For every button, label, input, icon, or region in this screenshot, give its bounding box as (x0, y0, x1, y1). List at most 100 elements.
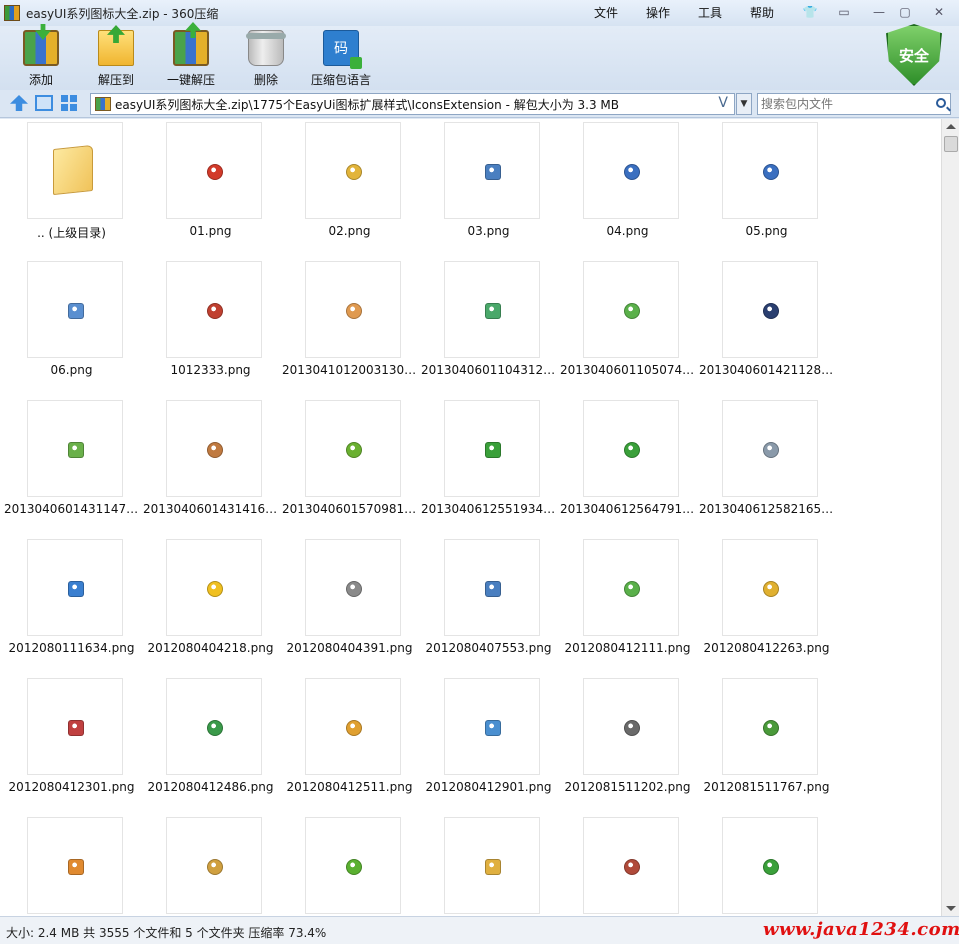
large-icons-view-icon[interactable] (35, 95, 53, 111)
file-thumbnail (444, 261, 540, 358)
file-item[interactable]: 2012080407553.png (421, 539, 556, 667)
toolbar: 添加 解压到 一键解压 删除 码 压缩包语言 (0, 26, 959, 90)
file-item[interactable]: 20130406015709810... (282, 400, 417, 528)
file-name: 04.png (606, 224, 649, 238)
file-item[interactable]: 03.png (421, 122, 556, 250)
undo-icon (68, 720, 84, 736)
file-thumbnail (444, 539, 540, 636)
menu-tools[interactable]: 工具 (698, 4, 750, 21)
file-thumbnail (444, 678, 540, 775)
list-icon (68, 303, 84, 319)
file-thumbnail (166, 400, 262, 497)
file-thumbnail (305, 678, 401, 775)
extract-to-button[interactable]: 解压到 (80, 30, 152, 88)
lock-key-icon (763, 581, 779, 597)
file-item[interactable]: 20130406125519344... (421, 400, 556, 528)
parent-folder-item[interactable]: .. (上级目录) (4, 122, 139, 250)
file-item[interactable]: 20130406125821654... (699, 400, 834, 528)
file-item[interactable]: 20130406125647919... (560, 400, 695, 528)
add-button[interactable]: 添加 (5, 30, 77, 88)
maximize-button[interactable]: ▢ (893, 3, 917, 21)
fit-frame-icon (624, 164, 640, 180)
file-name: 01.png (189, 224, 232, 238)
one-click-extract-button[interactable]: 一键解压 (155, 30, 227, 88)
file-thumbnail (583, 122, 679, 219)
file-thumbnail (305, 122, 401, 219)
file-item[interactable]: 02.png (282, 122, 417, 250)
file-item[interactable]: 20130406011043129... (421, 261, 556, 389)
file-thumbnail (583, 261, 679, 358)
file-item[interactable] (421, 817, 556, 916)
file-item[interactable]: 04.png (560, 122, 695, 250)
archive-language-label: 压缩包语言 (310, 73, 371, 87)
scrollbar-thumb[interactable] (944, 136, 958, 152)
path-dropdown-button[interactable]: ▼ (736, 93, 752, 115)
address-bar: easyUI系列图标大全.zip\1775个EasyUi图标扩展样式\Icons… (0, 90, 959, 118)
file-thumbnail (722, 817, 818, 914)
file-item[interactable]: 20130406014211289... (699, 261, 834, 389)
file-item[interactable]: 2012081511202.png (560, 678, 695, 806)
vertical-scrollbar[interactable] (941, 119, 959, 916)
file-item[interactable]: 20130406014314162... (143, 400, 278, 528)
file-name: 2012080412901.png (425, 780, 552, 794)
file-item[interactable]: 01.png (143, 122, 278, 250)
lock-icon (346, 164, 362, 180)
file-item[interactable]: 20130410120031302... (282, 261, 417, 389)
file-item[interactable]: 2012080404391.png (282, 539, 417, 667)
file-item[interactable] (4, 817, 139, 916)
file-item[interactable]: 2012080412901.png (421, 678, 556, 806)
file-thumbnail (27, 261, 123, 358)
file-thumbnail (166, 261, 262, 358)
file-item[interactable]: 2012080412511.png (282, 678, 417, 806)
file-name: 20130410120031302... (282, 363, 417, 377)
file-item[interactable] (143, 817, 278, 916)
file-thumbnail (722, 122, 818, 219)
file-item[interactable]: 2012080412486.png (143, 678, 278, 806)
sitemap-icon (763, 720, 779, 736)
one-click-extract-label: 一键解压 (166, 73, 215, 87)
small-icons-view-icon[interactable] (61, 95, 79, 111)
search-icon[interactable] (936, 98, 946, 108)
scroll-down-arrow-icon[interactable] (946, 906, 956, 911)
file-item[interactable]: 2012081511767.png (699, 678, 834, 806)
file-item[interactable]: 05.png (699, 122, 834, 250)
file-name: 2012080412263.png (703, 641, 830, 655)
green-refresh-icon (68, 442, 84, 458)
minimize-button[interactable]: — (867, 3, 891, 21)
file-item[interactable]: 2012080412111.png (560, 539, 695, 667)
file-item[interactable]: 1012333.png (143, 261, 278, 389)
file-name: 06.png (50, 363, 93, 377)
path-field[interactable]: easyUI系列图标大全.zip\1775个EasyUi图标扩展样式\Icons… (90, 93, 735, 115)
path-check-icon[interactable]: V (718, 95, 728, 111)
menu-operation[interactable]: 操作 (646, 4, 698, 21)
window-error-icon (485, 581, 501, 597)
file-item[interactable] (699, 817, 834, 916)
search-input[interactable] (758, 94, 928, 114)
scroll-up-arrow-icon[interactable] (946, 124, 956, 129)
menu-help[interactable]: 帮助 (750, 4, 802, 21)
status-bar: 大小: 2.4 MB 共 3555 个文件和 5 个文件夹 压缩率 73.4% … (0, 916, 959, 944)
skin-icon[interactable]: 👕 (798, 3, 822, 21)
file-item[interactable]: 2012080111634.png (4, 539, 139, 667)
file-thumbnail (583, 400, 679, 497)
file-item[interactable]: 06.png (4, 261, 139, 389)
file-name: 2012080412511.png (286, 780, 413, 794)
feedback-icon[interactable]: ▭ (832, 3, 856, 21)
menu-file[interactable]: 文件 (594, 4, 646, 21)
delete-button[interactable]: 删除 (230, 30, 302, 88)
file-item[interactable] (560, 817, 695, 916)
delete-label: 删除 (253, 73, 278, 87)
close-button[interactable]: ✕ (927, 3, 951, 21)
extract-to-icon (98, 30, 134, 66)
file-thumbnail (722, 400, 818, 497)
file-item[interactable]: 20130406011050744... (560, 261, 695, 389)
file-item[interactable]: 20130406014311476... (4, 400, 139, 528)
archive-language-button[interactable]: 码 压缩包语言 (305, 30, 377, 88)
file-item[interactable] (282, 817, 417, 916)
file-item[interactable]: 2012080404218.png (143, 539, 278, 667)
up-arrow-icon[interactable] (10, 95, 28, 111)
file-name: 20130406011043129... (421, 363, 556, 377)
file-item[interactable]: 2012080412301.png (4, 678, 139, 806)
police-icon (763, 303, 779, 319)
file-item[interactable]: 2012080412263.png (699, 539, 834, 667)
